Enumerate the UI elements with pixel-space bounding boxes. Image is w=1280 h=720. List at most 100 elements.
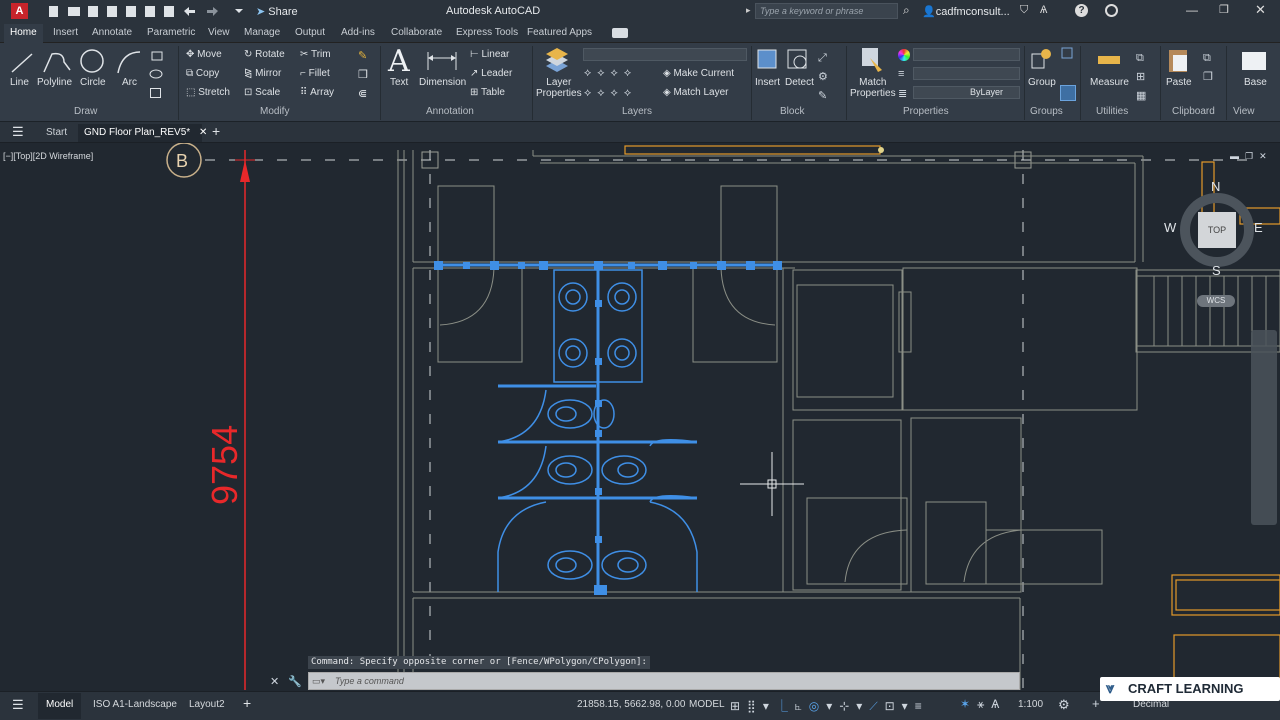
close-button[interactable]: ✕ [1255, 2, 1266, 18]
command-customize-icon[interactable]: 🔧 [288, 675, 302, 688]
insert-button[interactable]: Insert [755, 77, 780, 88]
compass-w[interactable]: W [1164, 220, 1176, 235]
polyline-button[interactable]: Polyline [37, 77, 72, 88]
ribbon-toggle-icon[interactable] [612, 28, 628, 38]
fillet-button[interactable]: ⌐ Fillet [300, 68, 330, 79]
cart-icon[interactable]: ⛉ [1020, 4, 1028, 17]
groups-group-label[interactable]: Groups [1030, 106, 1063, 117]
compass-n[interactable]: N [1211, 179, 1220, 194]
move-button[interactable]: ✥ Move [186, 49, 222, 60]
detect-button[interactable]: Detect [785, 77, 814, 88]
measure-button[interactable]: Measure [1090, 77, 1129, 88]
erase-icon[interactable]: ✎ [358, 49, 367, 62]
utilities-group-label[interactable]: Utilities [1096, 106, 1128, 117]
drawing-svg[interactable]: 9754 B [0, 143, 1280, 691]
tab-featured-apps[interactable]: Featured Apps [527, 27, 592, 38]
tab-annotate[interactable]: Annotate [92, 27, 132, 38]
new-tab-icon[interactable]: + [212, 123, 220, 139]
linetype-dropdown[interactable] [913, 67, 1020, 80]
leader-button[interactable]: ↗ Leader [470, 68, 512, 79]
quick-access-icons[interactable] [46, 4, 246, 18]
viewcube[interactable]: TOP N S W E [1164, 179, 1263, 278]
layer-tools-icons-2[interactable]: ⟡⟡⟡⟡ [584, 87, 637, 100]
text-button[interactable]: Text [390, 77, 408, 88]
command-input[interactable]: Type a command [308, 672, 1020, 690]
circle-button[interactable]: Circle [80, 77, 106, 88]
autodesk-app-icon[interactable]: Ѧ [1040, 4, 1047, 16]
layer-tools-icons[interactable]: ⟡⟡⟡⟡ [584, 67, 637, 80]
tab-start[interactable]: Start [40, 124, 73, 142]
compass-s[interactable]: S [1212, 263, 1221, 278]
copy-button[interactable]: ⧉ Copy [186, 68, 219, 79]
layers-group-label[interactable]: Layers [622, 106, 652, 117]
menu-icon[interactable]: ☰ [12, 124, 24, 140]
annotation-icons[interactable]: ✶⚹Ѧ [960, 697, 1006, 712]
view-group-label[interactable]: View [1233, 106, 1255, 117]
scale-button[interactable]: ⊡ Scale [244, 87, 280, 98]
annotation-scale[interactable]: 1:100 [1018, 699, 1043, 710]
tab-express-tools[interactable]: Express Tools [456, 27, 518, 38]
navigation-bar[interactable] [1251, 330, 1277, 525]
explode-icon[interactable]: ❒ [358, 68, 368, 81]
share-button[interactable]: ➤ Share [256, 5, 298, 18]
hatch-icon[interactable] [150, 88, 161, 98]
base-button[interactable]: Base [1244, 77, 1267, 88]
model-space-toggle[interactable]: MODEL [689, 699, 725, 710]
tab-layout2[interactable]: Layout2 [189, 699, 225, 710]
block-group-label[interactable]: Block [780, 106, 804, 117]
close-tab-icon[interactable]: ✕ [199, 127, 207, 138]
properties-group-label[interactable]: Properties [903, 106, 949, 117]
copy-clip-icons[interactable]: ⧉ ❐ [1203, 49, 1213, 87]
layer-dropdown[interactable] [583, 48, 747, 61]
search-arrow-icon[interactable]: ▸ [746, 5, 751, 16]
tab-home[interactable]: Home [10, 27, 37, 38]
offset-icon[interactable]: ⋐ [358, 87, 367, 100]
minimize-button[interactable]: — [1186, 3, 1198, 17]
layout-menu-icon[interactable]: ☰ [12, 697, 24, 713]
layer-properties-button[interactable]: Layer Properties [536, 77, 582, 99]
tab-output[interactable]: Output [295, 27, 325, 38]
color-dropdown[interactable] [913, 48, 1020, 61]
tab-view[interactable]: View [208, 27, 230, 38]
exchange-icon[interactable] [1105, 4, 1118, 17]
coordinates-readout[interactable]: 21858.15, 5662.98, 0.00 [577, 699, 685, 710]
status-toggle-icons[interactable]: ⊞⣿▾⎿⦜◎▾⊹▾⟋⊡▾≡ [730, 697, 929, 714]
maximize-button[interactable]: ❐ [1219, 3, 1229, 16]
table-button[interactable]: ⊞ Table [470, 87, 505, 98]
lineweight-dropdown[interactable]: ByLayer [913, 86, 1020, 99]
add-layout-icon[interactable]: + [243, 695, 251, 711]
group-button[interactable]: Group [1028, 77, 1056, 88]
arc-button[interactable]: Arc [122, 77, 137, 88]
settings-gear-icon[interactable]: ⚙ [1058, 697, 1070, 713]
group-select-icon[interactable] [1060, 85, 1076, 101]
annotation-group-label[interactable]: Annotation [426, 106, 474, 117]
tab-manage[interactable]: Manage [244, 27, 280, 38]
mirror-button[interactable]: ⧎ Mirror [244, 68, 281, 79]
app-icon[interactable]: A [11, 3, 28, 19]
tab-drawing[interactable]: GND Floor Plan_REV5* ✕ [78, 124, 207, 142]
stretch-button[interactable]: ⬚ Stretch [186, 87, 230, 98]
modify-group-label[interactable]: Modify [260, 106, 289, 117]
match-layer-button[interactable]: ◈ Match Layer [663, 87, 729, 98]
make-current-button[interactable]: ◈ Make Current [663, 68, 734, 79]
clipboard-group-label[interactable]: Clipboard [1172, 106, 1215, 117]
plus-icon[interactable]: + [1092, 696, 1100, 711]
utilities-icons[interactable]: ⧉ ⊞ ▦ [1136, 49, 1146, 106]
tab-add-ins[interactable]: Add-ins [341, 27, 375, 38]
draw-group-label[interactable]: Draw [74, 106, 97, 117]
search-icon[interactable]: ⌕ [903, 3, 910, 18]
tab-parametric[interactable]: Parametric [147, 27, 195, 38]
array-button[interactable]: ⠿ Array [300, 87, 334, 98]
dimension-button[interactable]: Dimension [419, 77, 466, 88]
linear-button[interactable]: ⊢ Linear [470, 49, 509, 60]
search-input[interactable]: Type a keyword or phrase [755, 3, 898, 19]
block-tools-icons[interactable]: ⤢ ⚙ ✎ [818, 49, 828, 106]
paste-button[interactable]: Paste [1166, 77, 1192, 88]
trim-button[interactable]: ✂ Trim [300, 49, 331, 60]
ucs-menu[interactable]: WCS [1197, 295, 1235, 307]
viewcube-face[interactable]: TOP [1198, 212, 1236, 248]
tab-insert[interactable]: Insert [53, 27, 78, 38]
tab-model[interactable]: Model [38, 693, 82, 719]
tab-collaborate[interactable]: Collaborate [391, 27, 442, 38]
rotate-button[interactable]: ↻ Rotate [244, 49, 285, 60]
